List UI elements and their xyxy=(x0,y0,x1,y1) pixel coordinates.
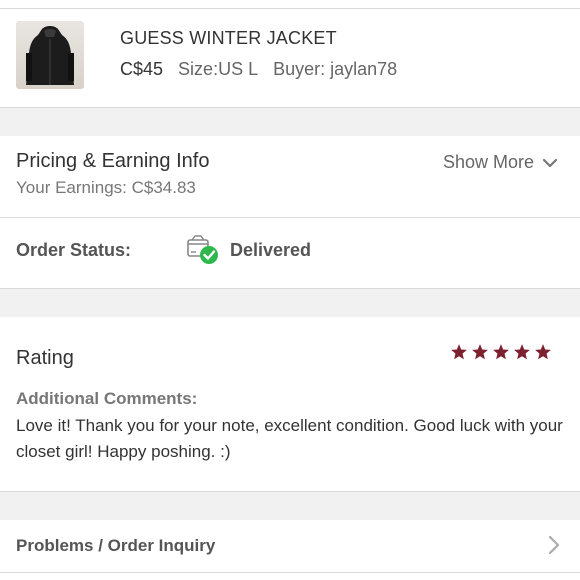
jacket-photo-icon xyxy=(26,26,74,85)
problems-inquiry-row[interactable]: Problems / Order Inquiry xyxy=(0,520,580,572)
star-rating xyxy=(450,343,552,361)
bottom-divider xyxy=(0,572,580,573)
item-title: GUESS WINTER JACKET xyxy=(120,28,337,48)
order-status-section: Order Status: Delivered xyxy=(0,218,580,288)
star-icon xyxy=(514,344,530,360)
star-icon xyxy=(493,344,509,360)
item-buyer[interactable]: Buyer: jaylan78 xyxy=(273,59,397,79)
pricing-title: Pricing & Earning Info xyxy=(16,150,210,172)
pricing-section: Pricing & Earning Info Your Earnings: C$… xyxy=(0,136,580,217)
item-thumbnail[interactable] xyxy=(16,21,84,89)
chevron-right-icon xyxy=(548,535,560,555)
chevron-down-icon xyxy=(542,158,558,167)
section-gap xyxy=(0,289,580,317)
comment-text: Love it! Thank you for your note, excell… xyxy=(16,416,563,461)
problems-label: Problems / Order Inquiry xyxy=(16,536,216,555)
star-icon xyxy=(472,344,488,360)
item-summary[interactable]: GUESS WINTER JACKET C$45 Size:US L Buyer… xyxy=(0,9,580,107)
item-price: C$45 xyxy=(120,59,164,79)
show-more-button[interactable]: Show More xyxy=(443,152,558,173)
star-icon xyxy=(535,344,551,360)
rating-section: Rating Additional Comments: Love it! Tha… xyxy=(0,317,580,491)
delivered-box-check-icon xyxy=(187,235,218,264)
show-more-label: Show More xyxy=(442,152,534,172)
earnings-text: Your Earnings: C$34.83 xyxy=(16,178,196,197)
item-size: Size:US L xyxy=(178,59,259,79)
order-status-value: Delivered xyxy=(230,240,312,260)
order-status-label: Order Status: xyxy=(16,240,132,260)
comments-label: Additional Comments: xyxy=(16,389,198,408)
star-icon xyxy=(451,344,467,360)
order-details-page: GUESS WINTER JACKET C$45 Size:US L Buyer… xyxy=(0,0,580,580)
rating-title: Rating xyxy=(16,347,74,369)
section-gap xyxy=(0,108,580,136)
item-info: GUESS WINTER JACKET C$45 Size:US L Buyer… xyxy=(120,28,397,80)
item-meta: C$45 Size:US L Buyer: jaylan78 xyxy=(120,59,397,80)
section-gap xyxy=(0,492,580,520)
